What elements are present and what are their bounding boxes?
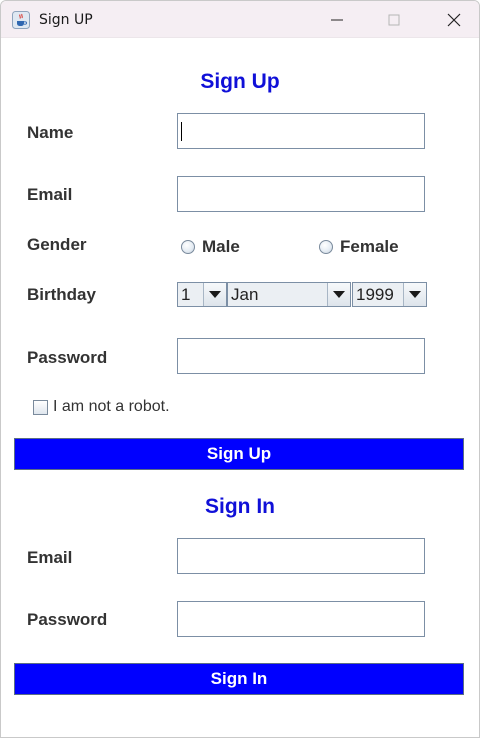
day-value: 1: [181, 285, 191, 304]
email-field[interactable]: [177, 176, 425, 212]
robot-checkbox[interactable]: [33, 400, 48, 415]
maximize-icon: [388, 14, 400, 25]
year-value: 1999: [356, 285, 394, 304]
password-field[interactable]: [177, 338, 425, 374]
birthday-year-select[interactable]: 1999: [352, 282, 427, 307]
month-value: Jan: [231, 285, 259, 304]
signin-email-label: Email: [27, 548, 73, 567]
close-button[interactable]: [431, 1, 477, 38]
birthday-month-select[interactable]: Jan: [227, 282, 351, 307]
java-cup-icon: [12, 11, 30, 29]
birthday-label: Birthday: [27, 285, 96, 304]
minimize-button[interactable]: [314, 1, 360, 38]
signin-heading: Sign In: [205, 495, 275, 518]
name-label: Name: [27, 123, 74, 142]
maximize-button[interactable]: [371, 1, 417, 38]
robot-checkbox-label[interactable]: I am not a robot.: [53, 398, 170, 416]
signin-email-field[interactable]: [177, 538, 425, 574]
chevron-down-icon: [409, 291, 421, 298]
gender-radio-female[interactable]: Female: [319, 237, 399, 257]
chevron-down-icon: [333, 291, 345, 298]
birthday-day-select[interactable]: 1: [177, 282, 227, 307]
signin-password-field[interactable]: [177, 601, 425, 637]
gender-label: Gender: [27, 235, 87, 254]
signup-heading: Sign Up: [200, 70, 280, 93]
close-icon: [447, 13, 461, 26]
chevron-down-icon: [209, 291, 221, 298]
gender-radio-male[interactable]: Male: [181, 237, 240, 257]
gender-option-label: Male: [202, 237, 240, 256]
dropdown-arrow[interactable]: [327, 283, 350, 306]
minimize-icon: [331, 19, 343, 20]
text-caret: [181, 122, 182, 141]
password-label: Password: [27, 348, 108, 367]
window-title: Sign UP: [39, 12, 93, 28]
email-label: Email: [27, 185, 73, 204]
radio-button-icon: [319, 240, 333, 254]
sign-in-button[interactable]: Sign In: [14, 663, 464, 695]
signup-window: Sign UP Sign Up Name Email Gender Male F…: [0, 0, 480, 738]
radio-button-icon: [181, 240, 195, 254]
signin-password-label: Password: [27, 610, 108, 629]
gender-option-label: Female: [340, 237, 399, 256]
sign-up-button[interactable]: Sign Up: [14, 438, 464, 470]
name-field[interactable]: [177, 113, 425, 149]
dropdown-arrow[interactable]: [203, 283, 226, 306]
title-bar[interactable]: Sign UP: [1, 1, 479, 38]
dropdown-arrow[interactable]: [403, 283, 426, 306]
